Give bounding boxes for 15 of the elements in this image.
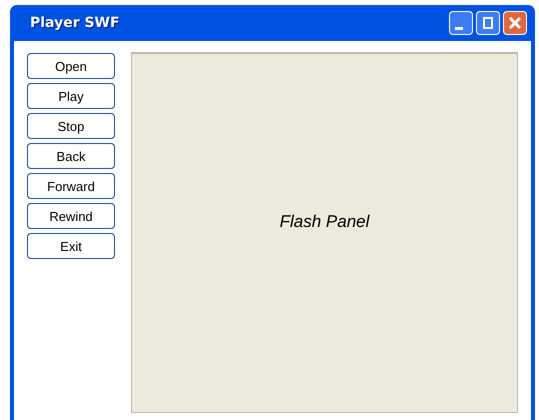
sidebar-button[interactable]: Back <box>27 143 115 169</box>
minimize-button[interactable] <box>449 11 473 35</box>
sidebar-button[interactable]: Exit <box>27 233 115 259</box>
window-title: Player SWF <box>30 15 120 31</box>
maximize-button[interactable] <box>476 11 500 35</box>
maximize-icon <box>481 16 495 30</box>
sidebar-button[interactable]: Forward <box>27 173 115 199</box>
panel-label: Flash Panel <box>280 212 370 233</box>
sidebar-button[interactable]: Play <box>27 83 115 109</box>
sidebar-button[interactable]: Open <box>27 53 115 79</box>
minimize-icon <box>455 26 463 30</box>
sidebar-button[interactable]: Stop <box>27 113 115 139</box>
sidebar-button[interactable]: Rewind <box>27 203 115 229</box>
close-button[interactable] <box>503 11 527 35</box>
close-icon <box>508 16 522 30</box>
